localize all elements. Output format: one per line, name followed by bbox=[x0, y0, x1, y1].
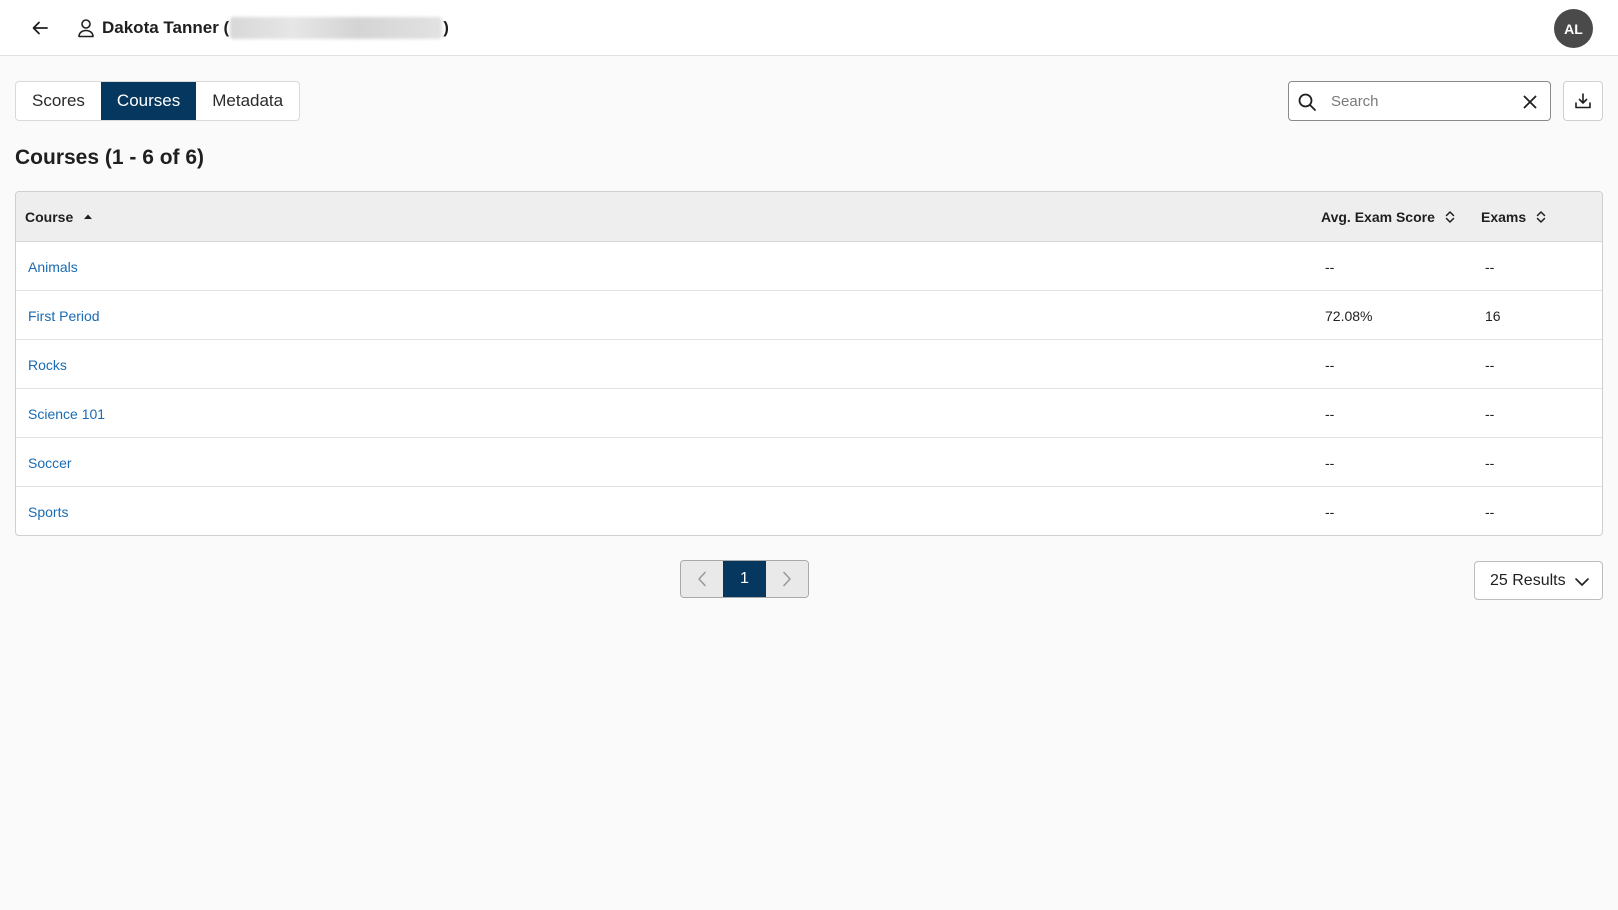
download-icon bbox=[1575, 93, 1591, 109]
sort-icon bbox=[1536, 210, 1546, 224]
avg-exam-score-cell: -- bbox=[1325, 405, 1335, 422]
sort-icon bbox=[1445, 210, 1455, 224]
table-row: First Period 72.08% 16 bbox=[16, 291, 1602, 340]
tab-metadata[interactable]: Metadata bbox=[196, 82, 299, 120]
course-link[interactable]: First Period bbox=[28, 291, 100, 340]
top-bar: Dakota Tanner ( ) AL bbox=[0, 0, 1618, 56]
avatar[interactable]: AL bbox=[1554, 9, 1593, 48]
clear-search-button[interactable] bbox=[1519, 91, 1541, 113]
tab-label: Courses bbox=[116, 91, 181, 110]
search-input[interactable] bbox=[1329, 88, 1509, 114]
exams-cell: -- bbox=[1485, 454, 1495, 471]
exams-cell: -- bbox=[1485, 258, 1495, 275]
user-icon bbox=[78, 19, 94, 38]
table-header: Course Avg. Exam Score Exams bbox=[16, 192, 1602, 242]
tab-courses[interactable]: Courses bbox=[100, 82, 197, 120]
exams-cell: -- bbox=[1485, 503, 1495, 520]
avg-exam-score-cell: -- bbox=[1325, 454, 1335, 471]
course-link[interactable]: Rocks bbox=[28, 340, 67, 389]
avatar-initials: AL bbox=[1564, 20, 1583, 37]
view-tabs: Scores Courses Metadata bbox=[15, 81, 301, 121]
column-header-avg-exam-score[interactable]: Avg. Exam Score bbox=[1321, 192, 1455, 242]
results-per-page-value: 25 Results bbox=[1490, 571, 1566, 589]
chevron-left-icon bbox=[698, 571, 706, 587]
results-per-page-select[interactable]: 25 Results bbox=[1474, 561, 1603, 600]
column-header-exams[interactable]: Exams bbox=[1481, 192, 1546, 242]
close-icon bbox=[1523, 95, 1537, 109]
page-button-current[interactable]: 1 bbox=[723, 561, 766, 597]
course-link[interactable]: Soccer bbox=[28, 438, 72, 487]
tab-label: Scores bbox=[32, 91, 85, 110]
course-link[interactable]: Animals bbox=[28, 242, 78, 291]
table-row: Rocks -- -- bbox=[16, 340, 1602, 389]
course-link[interactable]: Sports bbox=[28, 487, 68, 535]
table-row: Sports -- -- bbox=[16, 487, 1602, 535]
chevron-down-icon bbox=[1575, 578, 1589, 586]
back-button[interactable] bbox=[26, 14, 54, 42]
user-name-suffix: ) bbox=[443, 18, 449, 37]
tab-label: Metadata bbox=[212, 91, 284, 110]
user-name-text: Dakota Tanner ( bbox=[102, 18, 230, 37]
previous-page-button[interactable] bbox=[681, 561, 723, 597]
column-label: Exams bbox=[1481, 209, 1527, 225]
avg-exam-score-cell: -- bbox=[1325, 258, 1335, 275]
next-page-button[interactable] bbox=[766, 561, 808, 597]
table-row: Soccer -- -- bbox=[16, 438, 1602, 487]
exams-cell: 16 bbox=[1485, 307, 1501, 324]
column-header-course[interactable]: Course bbox=[25, 192, 93, 242]
table-row: Science 101 -- -- bbox=[16, 389, 1602, 438]
course-link[interactable]: Science 101 bbox=[28, 389, 105, 438]
chevron-right-icon bbox=[783, 571, 791, 587]
redacted-email bbox=[230, 17, 443, 39]
pagination: 1 bbox=[680, 560, 809, 598]
search-box bbox=[1288, 81, 1551, 121]
arrow-left-icon bbox=[32, 21, 48, 35]
user-name: Dakota Tanner ( ) bbox=[102, 17, 449, 39]
avg-exam-score-cell: -- bbox=[1325, 503, 1335, 520]
tab-scores[interactable]: Scores bbox=[16, 82, 101, 120]
exams-cell: -- bbox=[1485, 405, 1495, 422]
courses-table: Course Avg. Exam Score Exams Animals -- … bbox=[15, 191, 1603, 536]
download-button[interactable] bbox=[1563, 81, 1603, 121]
exams-cell: -- bbox=[1485, 356, 1495, 373]
column-label: Course bbox=[25, 209, 74, 225]
avg-exam-score-cell: -- bbox=[1325, 356, 1335, 373]
column-label: Avg. Exam Score bbox=[1321, 209, 1435, 225]
table-row: Animals -- -- bbox=[16, 242, 1602, 291]
avg-exam-score-cell: 72.08% bbox=[1325, 307, 1373, 324]
search-icon bbox=[1298, 93, 1316, 111]
sort-ascending-icon bbox=[83, 212, 93, 222]
page-title: Courses (1 - 6 of 6) bbox=[15, 146, 205, 169]
